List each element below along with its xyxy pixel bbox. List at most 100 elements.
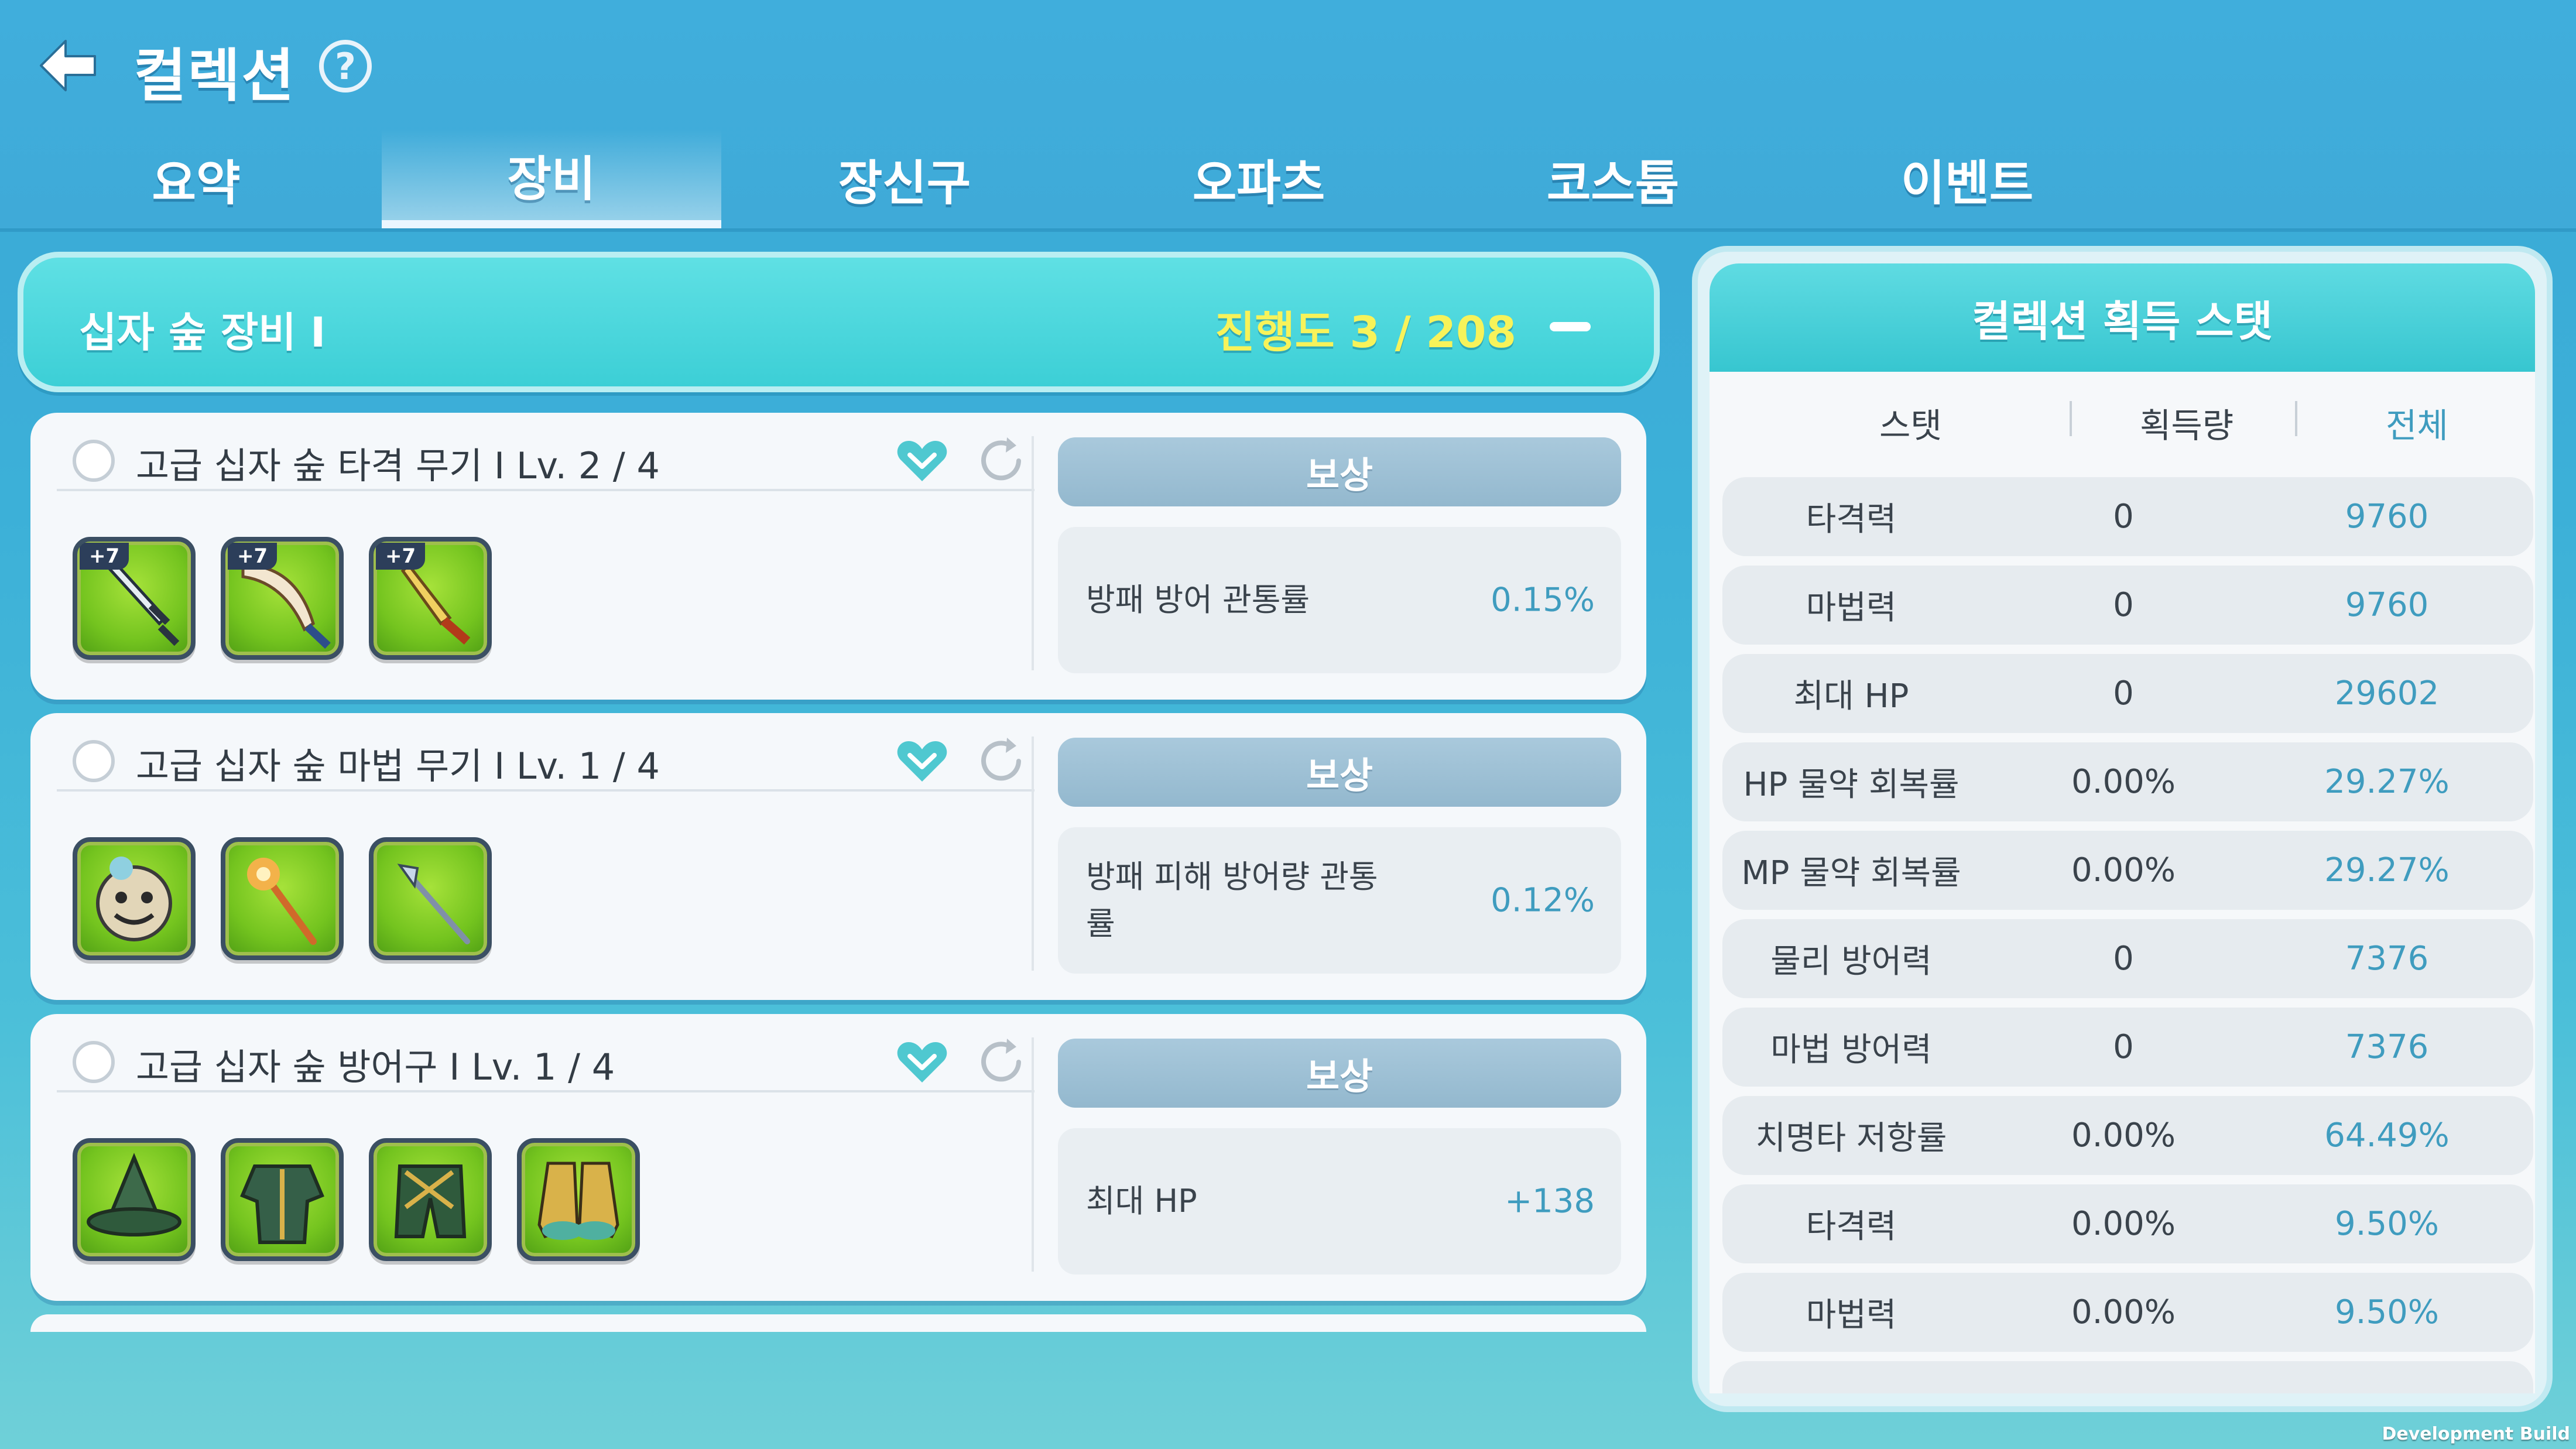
card-title: 고급 십자 숲 타격 무기 I Lv. 2 / 4 [136, 444, 660, 487]
stat-total: 29.27% [2324, 763, 2450, 801]
tab-oparts[interactable]: 오파츠 [1089, 129, 1429, 228]
stat-name: 마법력 [1806, 589, 1897, 627]
refresh-icon[interactable] [973, 433, 1029, 489]
stat-table[interactable]: 스탯 획득량 전체 타격력 0 9760 마법력 0 9760 최대 HP 0 … [1710, 372, 2535, 1393]
column-header-gain: 획득량 [2140, 406, 2234, 446]
stat-row: HP 물약 회복률 0.00% 29.27% [1722, 742, 2533, 821]
stat-total: 29.27% [2324, 851, 2450, 889]
reward-stat-value: 0.15% [1491, 581, 1595, 619]
item-slot-wand[interactable] [369, 837, 492, 960]
item-slot-mask-orb[interactable] [73, 837, 196, 960]
stat-row: 마법 방어력 0 7376 [1722, 1008, 2533, 1087]
favorite-heart-icon[interactable] [896, 738, 948, 785]
set-progress: 진행도 3 / 208 [1215, 307, 1516, 358]
stat-row: 치명타 저항률 0.00% 64.49% [1722, 1096, 2533, 1175]
card-title: 고급 십자 숲 마법 무기 I Lv. 1 / 4 [136, 745, 660, 787]
stat-name: 마법 방어력 [1770, 1031, 1932, 1069]
refresh-icon[interactable] [973, 733, 1029, 789]
tab-accessory[interactable]: 장신구 [735, 129, 1074, 228]
pants-icon [394, 1164, 467, 1238]
stat-total: 9760 [2345, 498, 2429, 536]
collection-set-header[interactable]: 십자 숲 장비 I 진행도 3 / 208 [18, 252, 1660, 392]
reward-stat-value: 0.12% [1491, 881, 1595, 920]
item-slot-dagger[interactable]: +7 [369, 537, 492, 660]
stat-gain: 0.00% [2071, 851, 2176, 889]
reward-stat-name: 방패 피해 방어량 관통률 [1086, 858, 1378, 942]
select-radio[interactable] [73, 740, 115, 782]
item-slot-curved-blade[interactable]: +7 [221, 537, 344, 660]
stat-total: 9760 [2345, 586, 2429, 624]
stat-name: HP 물약 회복률 [1743, 766, 1960, 804]
stat-name: 최대 HP [1793, 677, 1909, 715]
select-radio[interactable] [73, 440, 115, 482]
stat-total: 7376 [2345, 940, 2429, 978]
boots-icon [537, 1162, 619, 1240]
set-name: 십자 숲 장비 I [79, 309, 326, 357]
stat-row: 최대 HP 0 29602 [1722, 654, 2533, 733]
stat-gain: 0.00% [2071, 1205, 2176, 1243]
stat-panel-header: 컬렉션 획득 스탯 [1710, 263, 2535, 372]
stat-row: 마법력 0 9760 [1722, 566, 2533, 645]
mask-orb-icon [96, 857, 172, 941]
development-build-label: Development Build [2382, 1424, 2570, 1444]
tab-bar: 요약 장비 장신구 오파츠 코스튬 이벤트 [0, 129, 2108, 228]
stat-total: 9.50% [2335, 1293, 2439, 1331]
favorite-heart-icon[interactable] [896, 437, 948, 484]
stat-total: 29602 [2334, 674, 2440, 712]
stat-name: MP 물약 회복률 [1741, 854, 1961, 892]
stat-gain: 0.00% [2071, 1116, 2176, 1155]
enhance-badge: +7 [376, 543, 426, 570]
reward-stat-value: +138 [1505, 1182, 1595, 1221]
page-title: 컬렉션 [133, 43, 296, 109]
collapse-minus-icon[interactable] [1550, 322, 1591, 331]
stat-name: 타격력 [1806, 1208, 1897, 1246]
stat-gain: 0.00% [2071, 763, 2176, 801]
top-bar: 컬렉션 ? 요약 장비 장신구 오파츠 코스튬 이벤트 [0, 0, 2576, 228]
tab-equipment[interactable]: 장비 [382, 129, 721, 228]
stat-total: 9.50% [2335, 1205, 2439, 1243]
stat-name: 마법력 [1806, 1296, 1897, 1334]
reward-header: 보상 [1058, 738, 1621, 807]
stat-name: 타격력 [1806, 501, 1897, 539]
tab-summary[interactable]: 요약 [26, 129, 366, 228]
stat-row: MP 물약 회복률 0.00% 29.27% [1722, 831, 2533, 910]
item-slot-boots[interactable] [517, 1138, 640, 1261]
item-slot-armor-robe[interactable] [221, 1138, 344, 1261]
reward-header: 보상 [1058, 437, 1621, 506]
tab-event[interactable]: 이벤트 [1797, 129, 2137, 228]
collection-card: 고급 십자 숲 방어구 I Lv. 1 / 4 보상 최대 HP +138 [30, 1014, 1646, 1301]
question-circle-icon[interactable]: ? [319, 40, 372, 93]
stat-total: 64.49% [2324, 1116, 2450, 1155]
wand-icon [397, 864, 470, 944]
collection-card: 고급 십자 숲 마법 무기 I Lv. 1 / 4 보상 방패 피해 방어량 관… [30, 713, 1646, 1000]
stat-gain: 0 [2113, 674, 2134, 712]
back-arrow-icon[interactable] [36, 36, 101, 95]
stat-gain: 0.00% [2071, 1293, 2176, 1331]
next-card-peek [30, 1314, 1646, 1332]
collection-stat-panel: 컬렉션 획득 스탯 스탯 획득량 전체 타격력 0 9760 마법력 0 976… [1692, 246, 2553, 1412]
item-slot-greatsword[interactable]: +7 [73, 537, 196, 660]
column-separator [2295, 401, 2297, 436]
item-slot-flower-staff[interactable] [221, 837, 344, 960]
refresh-icon[interactable] [973, 1034, 1029, 1090]
stat-row: 타격력 0 9760 [1722, 477, 2533, 556]
column-header-total: 전체 [2386, 406, 2448, 446]
stat-gain: 0 [2113, 498, 2134, 536]
reward-header: 보상 [1058, 1039, 1621, 1108]
reward-box: 방패 피해 방어량 관통률 0.12% [1058, 827, 1621, 974]
armor-robe-icon [240, 1164, 324, 1244]
item-slot-wizard-hat[interactable] [73, 1138, 196, 1261]
favorite-heart-icon[interactable] [896, 1039, 948, 1085]
tab-costume[interactable]: 코스튬 [1443, 129, 1783, 228]
reward-stat-name: 방패 방어 관통률 [1086, 581, 1310, 618]
item-slot-pants[interactable] [369, 1138, 492, 1261]
reward-box: 방패 방어 관통률 0.15% [1058, 527, 1621, 673]
select-radio[interactable] [73, 1041, 115, 1083]
flower-staff-icon [247, 858, 317, 945]
stat-gain: 0 [2113, 1028, 2134, 1066]
card-divider [1032, 436, 1034, 670]
wizard-hat-icon [87, 1153, 181, 1236]
collection-card: 고급 십자 숲 타격 무기 I Lv. 2 / 4 +7 +7 +7 보상 방패… [30, 413, 1646, 700]
stat-gain: 0 [2113, 940, 2134, 978]
stat-name: 치명타 저항률 [1755, 1119, 1947, 1157]
